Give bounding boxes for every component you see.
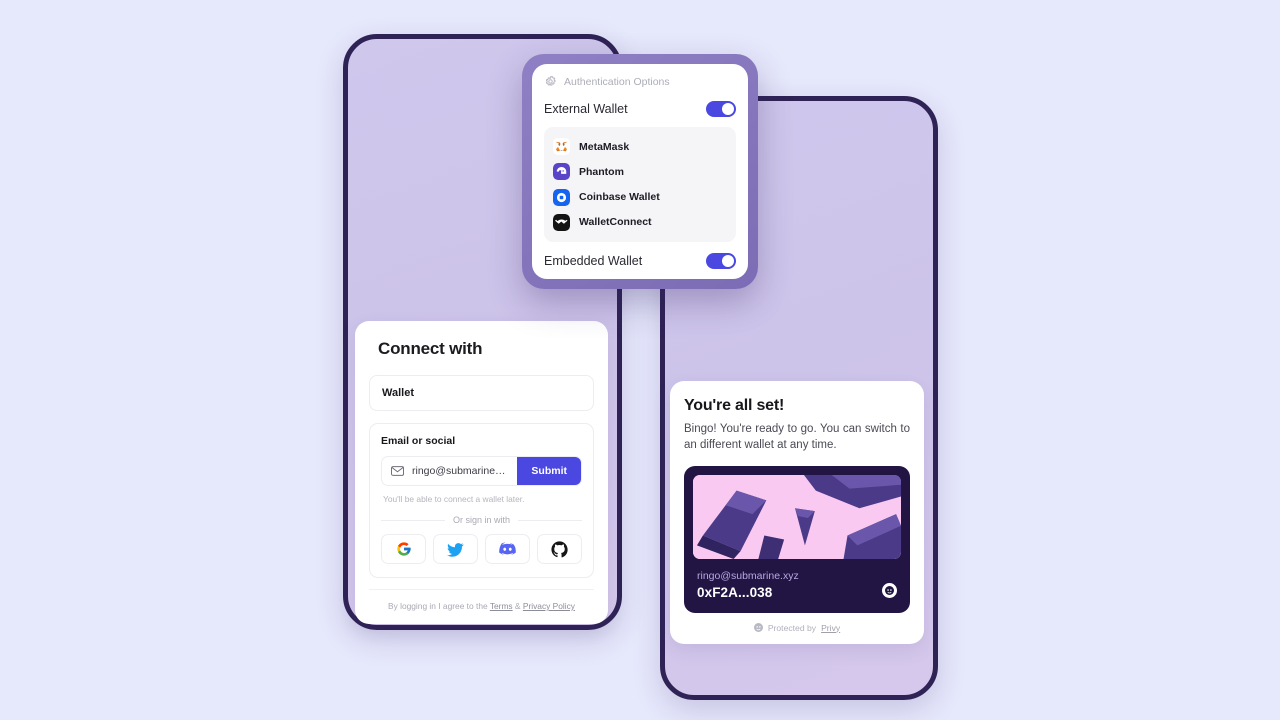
google-icon xyxy=(396,542,411,556)
privy-badge-glyph xyxy=(885,585,894,595)
all-set-title: You're all set! xyxy=(684,397,785,414)
envelope-icon xyxy=(391,466,404,476)
twitter-icon xyxy=(447,542,464,557)
connect-with-card: Connect with Wallet Email or social ring… xyxy=(355,321,608,624)
wallet-name: Coinbase Wallet xyxy=(579,191,660,204)
social-login-row xyxy=(381,534,582,564)
external-wallet-row: External Wallet xyxy=(544,101,736,117)
nft-meta: ringo@submarine.xyz 0xF2A...038 xyxy=(693,559,901,613)
authentication-options-panel: Authentication Options External Wallet M… xyxy=(522,54,758,289)
google-login-button[interactable] xyxy=(381,534,426,564)
embedded-wallet-row: Embedded Wallet xyxy=(544,253,736,269)
coinbase-wallet-icon xyxy=(553,188,570,206)
embedded-wallet-label: Embedded Wallet xyxy=(544,254,643,268)
legal-amp: & xyxy=(512,601,523,611)
nft-email: ringo@submarine.xyz xyxy=(697,569,799,582)
or-sign-in-divider: Or sign in with xyxy=(381,515,582,525)
authentication-options-header: Authentication Options xyxy=(544,75,736,88)
email-input-value: ringo@submarine.xyz xyxy=(412,465,509,477)
email-section-label: Email or social xyxy=(381,435,456,447)
twitter-login-button[interactable] xyxy=(433,534,478,564)
walletconnect-icon xyxy=(553,213,570,231)
authentication-options-label: Authentication Options xyxy=(564,75,670,88)
legal-text: By logging in I agree to the Terms & Pri… xyxy=(369,589,594,614)
page-title: Connect with xyxy=(378,339,483,358)
nft-artwork xyxy=(693,474,901,559)
metamask-icon xyxy=(553,138,570,156)
wallet-item-phantom[interactable]: Phantom xyxy=(553,161,727,182)
divider-line-right xyxy=(518,519,582,521)
wallet-name: Phantom xyxy=(579,165,624,178)
phantom-icon xyxy=(553,163,570,181)
email-input-row: ringo@submarine.xyz Submit xyxy=(381,456,582,486)
terms-link[interactable]: Terms xyxy=(490,601,513,611)
discord-icon xyxy=(499,542,516,555)
privacy-policy-link[interactable]: Privacy Policy xyxy=(523,601,575,611)
privy-icon xyxy=(753,623,763,633)
wallet-later-hint: You'll be able to connect a wallet later… xyxy=(383,494,525,504)
canvas: Connect with Wallet Email or social ring… xyxy=(0,0,1280,720)
nft-wallet-address: 0xF2A...038 xyxy=(697,584,773,600)
divider-line-left xyxy=(381,519,445,521)
discord-login-button[interactable] xyxy=(485,534,530,564)
submit-button[interactable]: Submit xyxy=(517,457,581,485)
wallet-nft-card[interactable]: ringo@submarine.xyz 0xF2A...038 xyxy=(684,465,910,613)
nft-artwork-svg xyxy=(693,474,901,559)
email-or-social-section: Email or social ringo@submarine.xyz Subm… xyxy=(369,423,594,578)
wallet-item-metamask[interactable]: MetaMask xyxy=(553,136,727,157)
external-wallet-label: External Wallet xyxy=(544,102,628,116)
authentication-options-body: Authentication Options External Wallet M… xyxy=(532,64,748,279)
github-login-button[interactable] xyxy=(537,534,582,564)
protected-by-text: Protected by xyxy=(767,622,817,633)
email-input[interactable]: ringo@submarine.xyz xyxy=(382,457,517,485)
github-icon xyxy=(551,540,568,557)
all-set-body: Bingo! You're ready to go. You can switc… xyxy=(684,423,910,452)
wallet-item-coinbase-wallet[interactable]: Coinbase Wallet xyxy=(553,187,727,208)
embedded-wallet-toggle[interactable] xyxy=(706,253,736,269)
legal-prefix: By logging in I agree to the xyxy=(388,601,490,611)
wallet-item-walletconnect[interactable]: WalletConnect xyxy=(553,212,727,233)
wallet-list: MetaMask Phantom Coinbase Wallet WalletC… xyxy=(544,127,736,242)
divider-label: Or sign in with xyxy=(452,515,511,525)
privy-badge-icon xyxy=(882,582,897,598)
wallet-name: MetaMask xyxy=(579,140,630,153)
gear-icon xyxy=(545,75,556,86)
protected-by-footer: Protected by Privy xyxy=(684,613,910,635)
privy-link[interactable]: Privy xyxy=(821,623,840,633)
wallet-tab[interactable]: Wallet xyxy=(369,375,594,411)
external-wallet-toggle[interactable] xyxy=(706,101,736,117)
all-set-card: You're all set! Bingo! You're ready to g… xyxy=(670,381,924,644)
wallet-name: WalletConnect xyxy=(579,216,652,229)
